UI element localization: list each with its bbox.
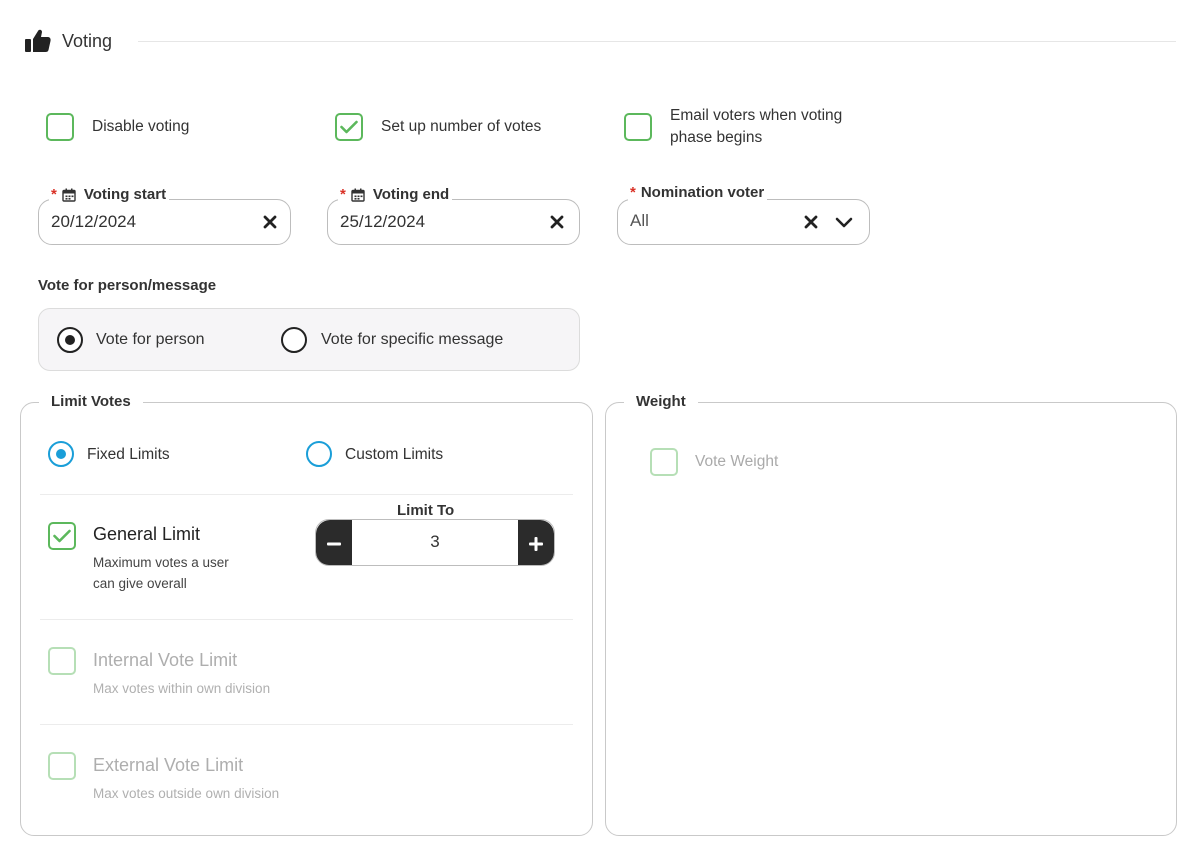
calendar-icon — [62, 188, 76, 202]
increment-button[interactable] — [518, 520, 554, 565]
nomination-voter-select[interactable]: * Nomination voter All — [617, 184, 870, 245]
internal-limit-desc: Max votes within own division — [93, 681, 271, 696]
vote-for-person-label: Vote for person — [96, 331, 205, 348]
internal-limit-checkbox[interactable] — [48, 647, 76, 675]
setup-votes-label: Set up number of votes — [381, 118, 542, 135]
minus-icon — [327, 542, 341, 545]
disable-voting-checkbox[interactable] — [46, 113, 74, 141]
voting-start-legend: * Voting start — [49, 186, 170, 203]
external-limit-checkbox[interactable] — [48, 752, 76, 780]
calendar-icon — [351, 188, 365, 202]
voting-end-legend: * Voting end — [338, 186, 453, 203]
setup-votes-checkbox[interactable] — [335, 113, 363, 141]
email-voters-label-line1: Email voters when voting — [670, 107, 843, 124]
external-limit-title: External Vote Limit — [93, 755, 244, 775]
custom-limits-radio[interactable] — [306, 441, 332, 467]
section-title: Voting — [62, 30, 113, 51]
clear-icon[interactable] — [803, 214, 819, 230]
fixed-limits-radio[interactable] — [48, 441, 74, 467]
vote-weight-label: Vote Weight — [695, 453, 779, 470]
weight-panel: Weight — [605, 393, 1177, 836]
nomination-voter-legend: * Nomination voter — [628, 184, 768, 201]
voting-end-label: Voting end — [372, 186, 450, 203]
general-limit-desc-line2: can give overall — [93, 576, 187, 591]
decrement-button[interactable] — [316, 520, 352, 565]
voting-end-value: 25/12/2024 — [340, 212, 426, 231]
limit-votes-title: Limit Votes — [39, 393, 143, 410]
weight-title: Weight — [624, 393, 698, 410]
vote-for-radio-group: Vote for person Vote for specific messag… — [38, 308, 580, 371]
nomination-voter-value: All — [630, 211, 649, 230]
fixed-limits-label: Fixed Limits — [87, 446, 170, 463]
thumbs-up-icon — [24, 28, 52, 54]
limit-to-value[interactable]: 3 — [352, 532, 518, 552]
email-voters-label-line2: phase begins — [670, 129, 763, 146]
limit-to-label: Limit To — [387, 502, 465, 519]
internal-limit-title: Internal Vote Limit — [93, 650, 238, 670]
voting-start-value: 20/12/2024 — [51, 212, 137, 231]
clear-icon[interactable] — [549, 214, 565, 230]
disable-voting-label: Disable voting — [92, 118, 190, 135]
section-divider — [138, 41, 1176, 42]
vote-for-title: Vote for person/message — [38, 277, 217, 294]
vote-for-message-radio[interactable] — [281, 327, 307, 353]
divider — [40, 619, 573, 620]
required-marker: * — [630, 184, 636, 201]
external-limit-desc: Max votes outside own division — [93, 786, 280, 801]
vote-for-person-radio[interactable] — [57, 327, 83, 353]
general-limit-checkbox[interactable] — [48, 522, 76, 550]
divider — [40, 494, 573, 495]
limit-to-stepper[interactable]: 3 — [315, 519, 555, 566]
voting-start-field[interactable]: * Voting start 20/12/2024 — [38, 186, 291, 245]
general-limit-title: General Limit — [93, 524, 201, 544]
section-header: Voting — [24, 28, 112, 54]
vote-for-message-label: Vote for specific message — [321, 331, 504, 348]
plus-icon — [529, 536, 543, 551]
nomination-voter-label: Nomination voter — [640, 184, 765, 201]
voting-start-label: Voting start — [83, 186, 167, 203]
voting-end-field[interactable]: * Voting end 25/12/2024 — [327, 186, 580, 245]
general-limit-desc-line1: Maximum votes a user — [93, 555, 229, 570]
chevron-down-icon[interactable] — [835, 214, 853, 230]
required-marker: * — [340, 186, 346, 203]
vote-weight-checkbox[interactable] — [650, 448, 678, 476]
check-icon — [53, 529, 71, 543]
check-icon — [340, 120, 358, 134]
divider — [40, 724, 573, 725]
required-marker: * — [51, 186, 57, 203]
email-voters-checkbox[interactable] — [624, 113, 652, 141]
clear-icon[interactable] — [262, 214, 278, 230]
custom-limits-label: Custom Limits — [345, 446, 444, 463]
